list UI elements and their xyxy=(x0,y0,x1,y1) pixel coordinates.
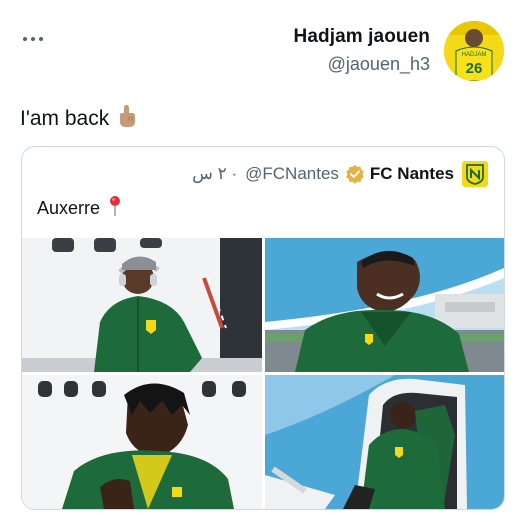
tweet-text: I'am back xyxy=(20,104,136,134)
avatar-jersey-number: 26 xyxy=(466,60,483,77)
media-grid xyxy=(22,238,504,509)
quoted-tweet-card[interactable]: ٢ س · @FCNantes FC Nantes Auxerre xyxy=(21,146,505,510)
author-name[interactable]: Hadjam jaouen xyxy=(294,26,430,48)
pointing-up-emoji-icon xyxy=(118,104,136,134)
quoted-tweet-time[interactable]: ٢ س · xyxy=(192,164,237,184)
media-photo-2[interactable] xyxy=(265,238,504,372)
quoted-tweet-author-name[interactable]: FC Nantes xyxy=(370,164,454,184)
tweet-author[interactable]: Hadjam jaouen @jaouen_h3 xyxy=(294,26,430,75)
media-photo-1[interactable] xyxy=(22,238,262,372)
media-photo-3[interactable] xyxy=(22,375,262,509)
verified-badge-icon xyxy=(345,164,365,184)
tweet-text-content: I'am back xyxy=(20,107,110,130)
avatar-jersey-name: HADJAM xyxy=(462,52,487,58)
media-photo-4[interactable] xyxy=(265,375,504,509)
author-handle[interactable]: @jaouen_h3 xyxy=(294,54,430,75)
quoted-tweet-handle[interactable]: @FCNantes xyxy=(245,164,339,184)
quoted-tweet-text: Auxerre xyxy=(37,195,122,222)
more-icon-dot xyxy=(23,37,27,41)
avatar[interactable]: HADJAM 26 xyxy=(444,21,504,81)
more-options-button[interactable] xyxy=(20,30,46,48)
more-icon-dot xyxy=(39,37,43,41)
round-pushpin-emoji-icon xyxy=(108,195,122,222)
fc-nantes-logo-icon[interactable] xyxy=(462,161,488,187)
quoted-tweet-header: ٢ س · @FCNantes FC Nantes xyxy=(192,161,488,187)
quoted-tweet-text-content: Auxerre xyxy=(37,198,101,218)
more-icon-dot xyxy=(31,37,35,41)
